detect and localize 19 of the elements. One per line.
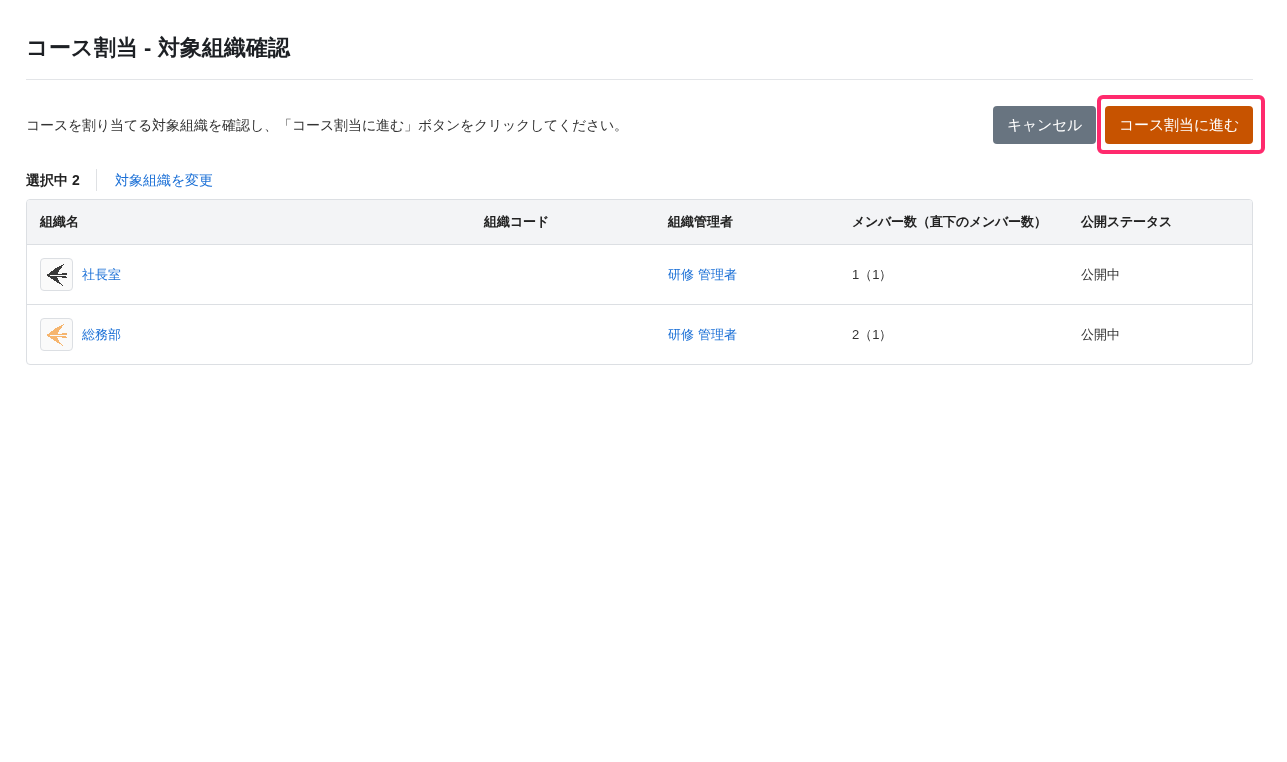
- column-header: 組織管理者: [668, 213, 733, 231]
- manager-link[interactable]: 研修 管理者: [668, 265, 737, 284]
- instruction-text: コースを割り当てる対象組織を確認し、「コース割当に進む」ボタンをクリックしてください。: [26, 116, 628, 135]
- column-header: 組織名: [40, 213, 79, 231]
- proceed-button[interactable]: コース割当に進む: [1105, 106, 1253, 144]
- column-header: メンバー数（直下のメンバー数）: [852, 213, 1047, 231]
- cancel-button[interactable]: キャンセル: [993, 106, 1096, 144]
- page-title: コース割当 - 対象組織確認: [26, 34, 292, 62]
- status-cell: 公開中: [1081, 325, 1120, 344]
- manager-link[interactable]: 研修 管理者: [668, 325, 737, 344]
- member-count-cell: 2（1）: [852, 325, 893, 344]
- org-name-link[interactable]: 社長室: [82, 265, 121, 284]
- org-name-link[interactable]: 総務部: [82, 325, 121, 344]
- status-cell: 公開中: [1081, 265, 1120, 284]
- column-header: 公開ステータス: [1081, 213, 1172, 231]
- change-target-link[interactable]: 対象組織を変更: [114, 169, 213, 191]
- column-header: 組織コード: [484, 213, 549, 231]
- selected-count: 選択中 2: [26, 169, 97, 191]
- member-count-cell: 1（1）: [852, 265, 893, 284]
